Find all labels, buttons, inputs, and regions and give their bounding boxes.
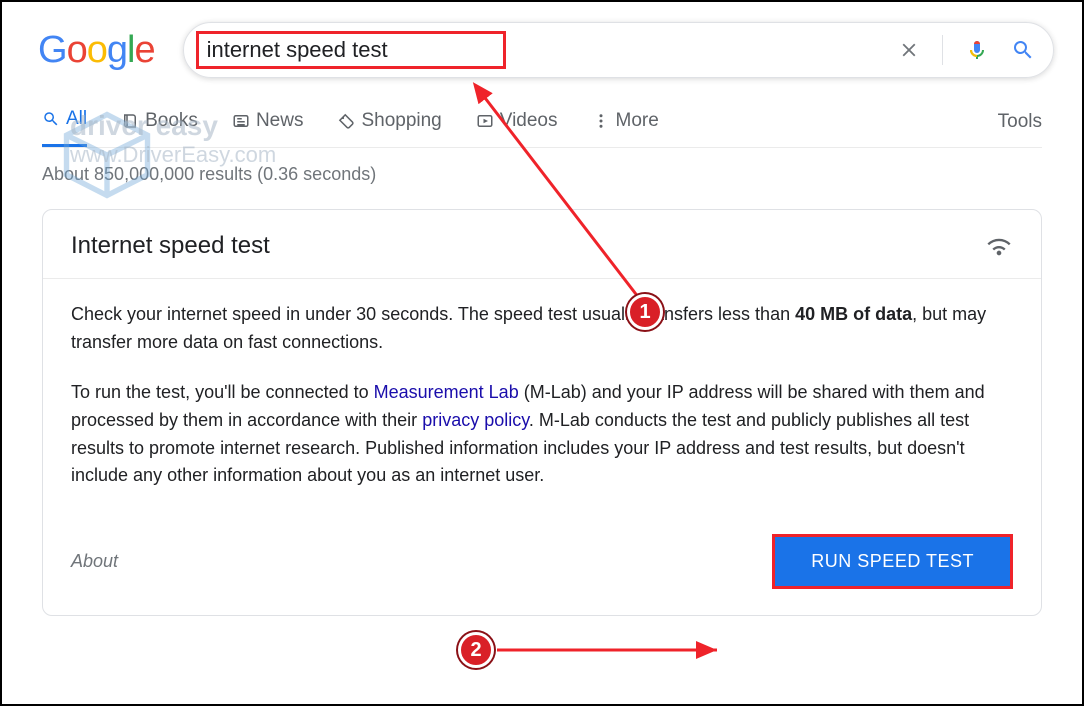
run-speed-test-button[interactable]: RUN SPEED TEST: [772, 534, 1013, 589]
annotation-badge-2: 2: [458, 632, 494, 668]
annotation-arrow-2: [492, 630, 732, 670]
tools-button[interactable]: Tools: [998, 111, 1042, 147]
mlab-link[interactable]: Measurement Lab: [374, 382, 519, 402]
videos-icon: [476, 112, 494, 130]
google-logo[interactable]: Google: [38, 29, 155, 72]
speed-test-card: Internet speed test Check your internet …: [42, 209, 1042, 616]
annotation-badge-1: 1: [627, 294, 663, 330]
shopping-icon: [337, 112, 355, 130]
tab-shopping[interactable]: Shopping: [337, 108, 441, 147]
more-icon: [592, 112, 610, 130]
text-bold: 40 MB of data: [795, 304, 912, 324]
tab-label: More: [616, 110, 659, 132]
clear-icon[interactable]: [898, 39, 920, 61]
voice-search-icon[interactable]: [965, 38, 989, 62]
separator: [942, 35, 943, 65]
search-input-highlight: [196, 31, 506, 69]
card-body: Check your internet speed in under 30 se…: [43, 279, 1041, 534]
tab-label: Books: [145, 110, 198, 132]
search-tabs: All Books News Shopping Videos More: [42, 108, 659, 147]
search-small-icon: [42, 110, 60, 128]
about-link[interactable]: About: [71, 551, 118, 572]
privacy-link[interactable]: privacy policy: [422, 410, 529, 430]
text: Check your internet speed in under 30 se…: [71, 304, 795, 324]
tab-label: Videos: [500, 110, 558, 132]
books-icon: [121, 112, 139, 130]
tab-news[interactable]: News: [232, 108, 304, 147]
tab-books[interactable]: Books: [121, 108, 198, 147]
news-icon: [232, 112, 250, 130]
tab-videos[interactable]: Videos: [476, 108, 558, 147]
search-icon[interactable]: [1011, 38, 1035, 62]
results-stats: About 850,000,000 results (0.36 seconds): [42, 164, 1082, 185]
card-title: Internet speed test: [71, 232, 270, 260]
wifi-icon: [985, 232, 1013, 260]
search-input[interactable]: [205, 36, 497, 64]
tab-label: News: [256, 110, 304, 132]
text: To run the test, you'll be connected to: [71, 382, 374, 402]
tab-all[interactable]: All: [42, 108, 87, 147]
tab-label: Shopping: [361, 110, 441, 132]
tab-more[interactable]: More: [592, 108, 659, 147]
search-bar[interactable]: [183, 22, 1054, 78]
tab-label: All: [66, 108, 87, 130]
